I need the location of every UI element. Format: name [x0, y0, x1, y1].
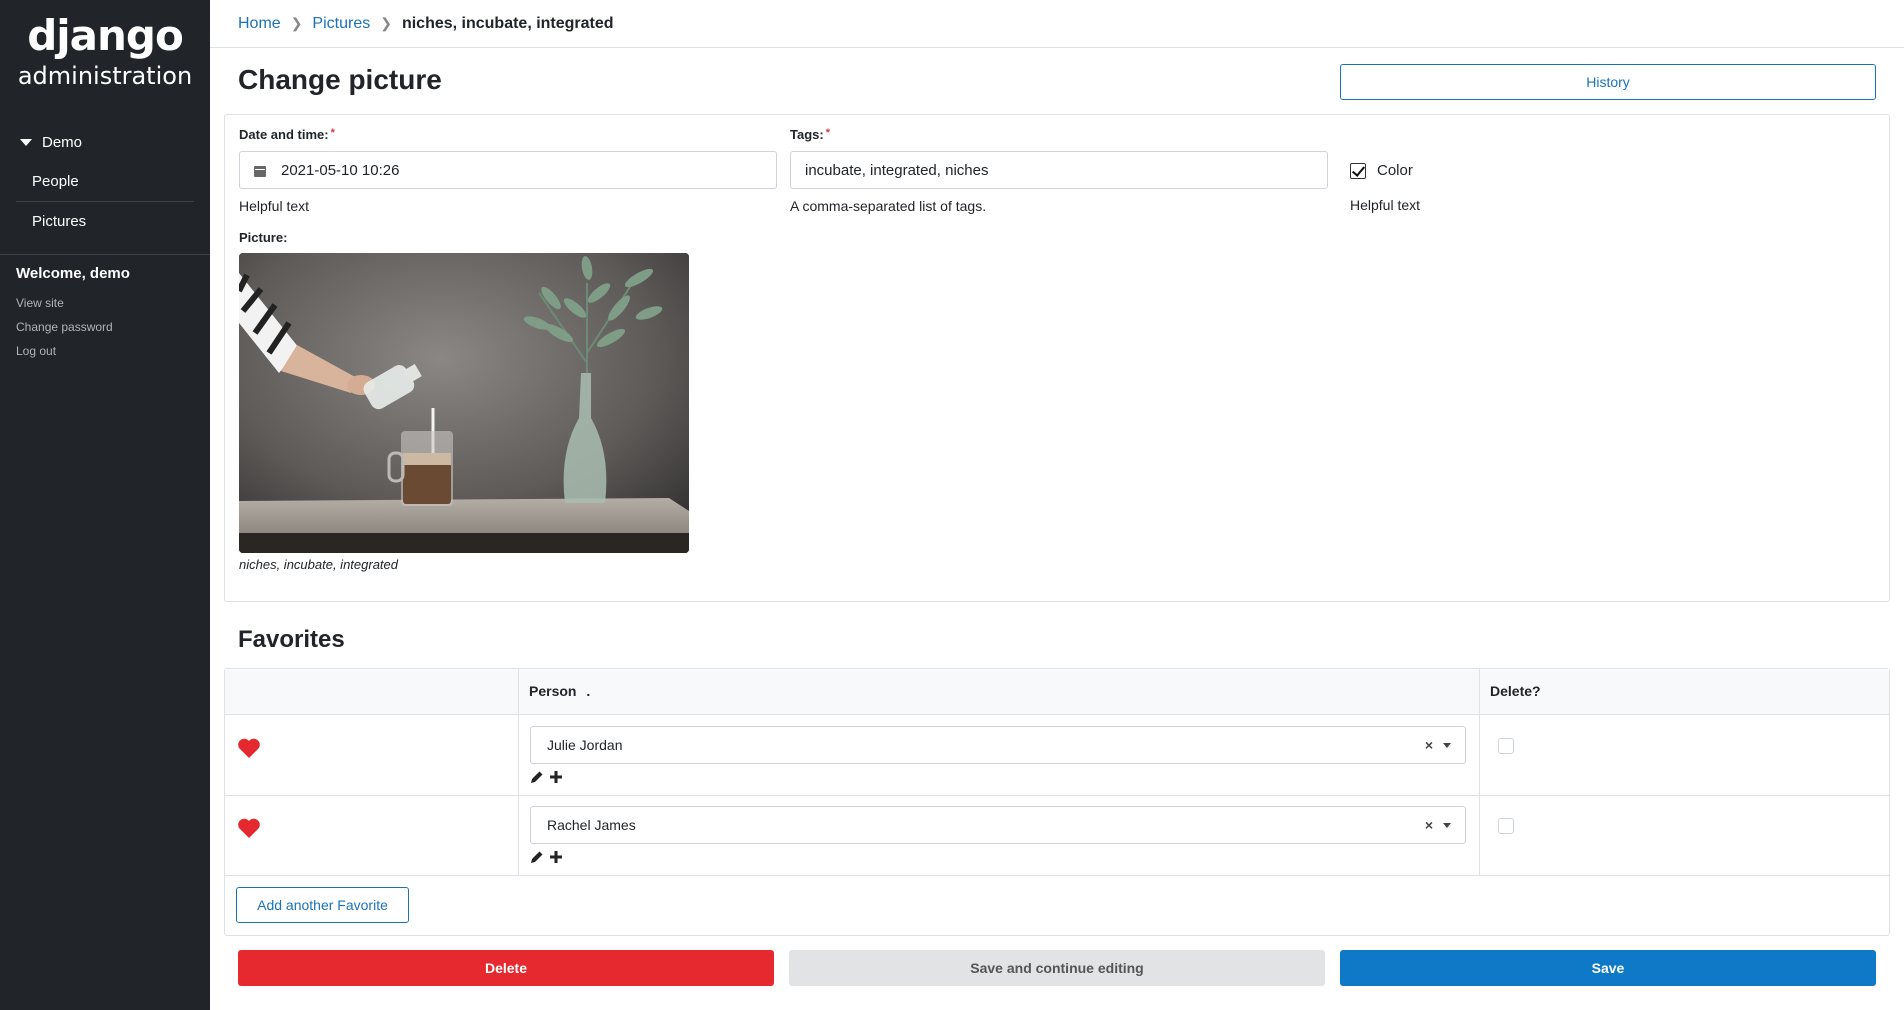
- row-divider: [225, 875, 1889, 876]
- save-continue-button[interactable]: Save and continue editing: [789, 950, 1325, 986]
- sidebar-item-pictures[interactable]: Pictures: [16, 202, 194, 242]
- nav-group-demo: Demo People Pictures: [0, 130, 210, 242]
- color-checkbox[interactable]: [1350, 163, 1366, 179]
- required-mark: *: [330, 127, 335, 139]
- person-select-value: Rachel James: [547, 817, 636, 833]
- history-button[interactable]: History: [1340, 64, 1876, 100]
- picture-label: Picture:: [239, 230, 288, 245]
- person-select[interactable]: Rachel James ×: [530, 806, 1466, 844]
- logout-link[interactable]: Log out: [16, 339, 194, 363]
- brand-subtitle: administration: [17, 62, 193, 90]
- tags-value: incubate, integrated, niches: [805, 161, 989, 179]
- title-row: Change picture History: [210, 48, 1904, 114]
- chevron-right-icon: ❯: [380, 15, 392, 31]
- picture-fieldset: Date and time: * 2021-05-10 10:26 Helpful…: [224, 114, 1890, 602]
- favorites-title: Favorites: [238, 626, 345, 653]
- caret-down-icon[interactable]: [1443, 823, 1451, 828]
- sidebar-item-people[interactable]: People: [16, 162, 194, 202]
- main-content: Home ❯ Pictures ❯ niches, incubate, inte…: [210, 0, 1904, 1010]
- tags-label-text: Tags:: [790, 127, 824, 142]
- person-select-value: Julie Jordan: [547, 737, 623, 753]
- required-mark: *: [825, 127, 830, 139]
- datetime-input[interactable]: 2021-05-10 10:26: [239, 151, 777, 189]
- person-select[interactable]: Julie Jordan ×: [530, 726, 1466, 764]
- tags-help: A comma-separated list of tags.: [790, 198, 987, 214]
- breadcrumb-pictures[interactable]: Pictures: [312, 15, 370, 33]
- save-button[interactable]: Save: [1340, 950, 1876, 986]
- brand-name: django: [27, 11, 184, 60]
- add-favorite-button[interactable]: Add another Favorite: [236, 887, 409, 923]
- datetime-label-text: Date and time:: [239, 127, 329, 142]
- column-divider: [1479, 669, 1480, 875]
- change-password-link[interactable]: Change password: [16, 315, 194, 339]
- tags-input[interactable]: incubate, integrated, niches: [790, 151, 1328, 189]
- color-help: Helpful text: [1350, 197, 1421, 213]
- breadcrumb-current: niches, incubate, integrated: [401, 14, 614, 32]
- plus-icon[interactable]: [549, 850, 563, 864]
- view-site-link[interactable]: View site: [16, 291, 194, 315]
- clear-icon[interactable]: ×: [1425, 817, 1433, 833]
- row-divider: [225, 795, 1889, 796]
- pencil-icon[interactable]: [530, 850, 544, 864]
- nav-group-label: Demo: [42, 133, 83, 151]
- heart-icon: [238, 818, 260, 838]
- picture-caption: niches, incubate, integrated: [239, 557, 398, 572]
- picture-image: [239, 253, 689, 553]
- table-header: Person . Delete?: [225, 669, 1889, 715]
- delete-button[interactable]: Delete: [238, 950, 774, 986]
- favorites-table: Person . Delete? Julie Jordan × Rachel J…: [224, 668, 1890, 936]
- calendar-icon[interactable]: [254, 164, 267, 177]
- caret-down-icon[interactable]: [1443, 743, 1451, 748]
- sort-marker: .: [586, 683, 591, 699]
- datetime-help: Helpful text: [239, 198, 310, 214]
- nav-group-header[interactable]: Demo: [0, 130, 210, 154]
- breadcrumb: Home ❯ Pictures ❯ niches, incubate, inte…: [210, 0, 1904, 48]
- column-header-delete: Delete?: [1490, 683, 1541, 699]
- caret-down-icon: [20, 138, 32, 146]
- tags-label: Tags: *: [790, 127, 830, 142]
- page-title: Change picture: [238, 64, 442, 95]
- color-label[interactable]: Color: [1377, 162, 1413, 179]
- column-header-person-text: Person: [529, 683, 577, 699]
- heart-icon: [238, 738, 260, 758]
- delete-checkbox[interactable]: [1498, 738, 1514, 754]
- plus-icon[interactable]: [549, 770, 563, 784]
- brand[interactable]: django administration: [0, 0, 210, 92]
- welcome-text: Welcome, demo: [16, 265, 130, 282]
- chevron-right-icon: ❯: [290, 15, 303, 31]
- sidebar: django administration Demo People Pictur…: [0, 0, 210, 1010]
- user-tools: Welcome, demo View site Change password …: [0, 254, 210, 373]
- column-divider: [518, 669, 519, 875]
- picture-preview[interactable]: [239, 253, 689, 553]
- breadcrumb-home[interactable]: Home: [238, 15, 281, 33]
- pencil-icon[interactable]: [530, 770, 544, 784]
- delete-checkbox[interactable]: [1498, 818, 1514, 834]
- datetime-value: 2021-05-10 10:26: [281, 161, 400, 179]
- column-header-person[interactable]: Person .: [529, 683, 590, 699]
- clear-icon[interactable]: ×: [1425, 737, 1433, 753]
- datetime-label: Date and time: *: [239, 127, 335, 142]
